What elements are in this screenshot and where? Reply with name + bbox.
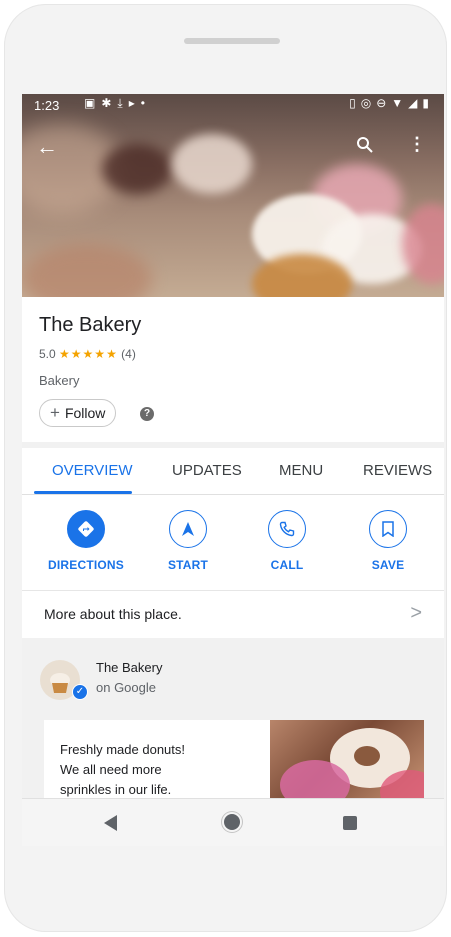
photo-blur-shape <box>102 144 172 194</box>
post-source: on Google <box>96 680 156 695</box>
tab-reviews[interactable]: REVIEWS <box>363 462 432 479</box>
photo-blur-shape <box>22 244 152 297</box>
post-text-line: We all need more <box>60 762 162 777</box>
plus-icon: + <box>50 403 60 422</box>
place-category: Bakery <box>39 373 80 388</box>
tab-updates[interactable]: UPDATES <box>172 462 242 479</box>
navigation-arrow-icon <box>169 510 207 548</box>
tab-bar: OVERVIEW UPDATES MENU REVIEWS <box>22 448 444 495</box>
nav-recents-icon[interactable] <box>343 816 357 830</box>
more-options-icon[interactable]: ⋮ <box>408 134 426 155</box>
directions-label: DIRECTIONS <box>47 558 124 572</box>
help-icon[interactable]: ? <box>140 407 154 421</box>
start-label: START <box>167 558 209 572</box>
phone-speaker <box>184 38 280 44</box>
action-buttons: DIRECTIONS START CALL SAVE <box>22 494 444 591</box>
star-rating-icon: ★★★★★ <box>59 347 118 361</box>
post-card[interactable]: Freshly made donuts! We all need more sp… <box>44 720 424 800</box>
post-text: Freshly made donuts! We all need more sp… <box>60 740 260 800</box>
follow-label: Follow <box>64 405 106 421</box>
phone-frame: 1:23 ▣✱⤓▸• ▯◎⊖▼◢▮ ← ⋮ The Bakery 5.0 ★★★… <box>4 4 447 932</box>
hero-photo[interactable]: 1:23 ▣✱⤓▸• ▯◎⊖▼◢▮ ← ⋮ <box>22 94 444 297</box>
nav-home-icon[interactable] <box>224 814 240 830</box>
bookmark-icon <box>369 510 407 548</box>
more-about-row[interactable]: More about this place. > <box>22 590 444 639</box>
tab-menu[interactable]: MENU <box>279 462 323 479</box>
post-image[interactable] <box>270 720 424 800</box>
chevron-right-icon: > <box>410 602 422 624</box>
rating-value: 5.0 <box>39 347 56 361</box>
system-status-icons: ▯◎⊖▼◢▮ <box>349 96 434 110</box>
rating-row[interactable]: 5.0 ★★★★★ (4) <box>39 347 136 361</box>
post-author: The Bakery <box>96 660 163 675</box>
phone-icon <box>268 510 306 548</box>
post-text-line: Freshly made donuts! <box>60 742 186 757</box>
follow-button[interactable]: + Follow <box>39 399 117 427</box>
status-time: 1:23 <box>34 98 60 113</box>
call-button[interactable]: CALL <box>242 510 332 572</box>
place-name: The Bakery <box>39 314 142 336</box>
post-text-line: sprinkles in our life. <box>60 782 172 797</box>
system-nav-bar <box>22 798 444 846</box>
save-label: SAVE <box>371 558 405 572</box>
notification-icons: ▣✱⤓▸• <box>84 96 151 110</box>
verified-check-icon: ✓ <box>72 684 88 700</box>
more-about-label: More about this place. <box>44 606 182 622</box>
save-button[interactable]: SAVE <box>343 510 433 572</box>
directions-icon <box>67 510 105 548</box>
photo-blur-shape <box>172 134 252 194</box>
back-arrow-icon[interactable]: ← <box>36 134 58 160</box>
tab-overview[interactable]: OVERVIEW <box>52 462 133 479</box>
donut-hole <box>354 746 380 766</box>
search-icon[interactable] <box>356 136 374 154</box>
review-count: (4) <box>121 347 136 361</box>
posts-section: ✓ The Bakery on Google Freshly made donu… <box>22 638 444 800</box>
call-label: CALL <box>270 558 304 572</box>
nav-back-icon[interactable] <box>104 815 117 831</box>
directions-button[interactable]: DIRECTIONS <box>41 510 131 572</box>
status-bar: 1:23 ▣✱⤓▸• ▯◎⊖▼◢▮ <box>22 94 444 116</box>
start-button[interactable]: START <box>143 510 233 572</box>
screen: 1:23 ▣✱⤓▸• ▯◎⊖▼◢▮ ← ⋮ The Bakery 5.0 ★★★… <box>22 94 444 846</box>
